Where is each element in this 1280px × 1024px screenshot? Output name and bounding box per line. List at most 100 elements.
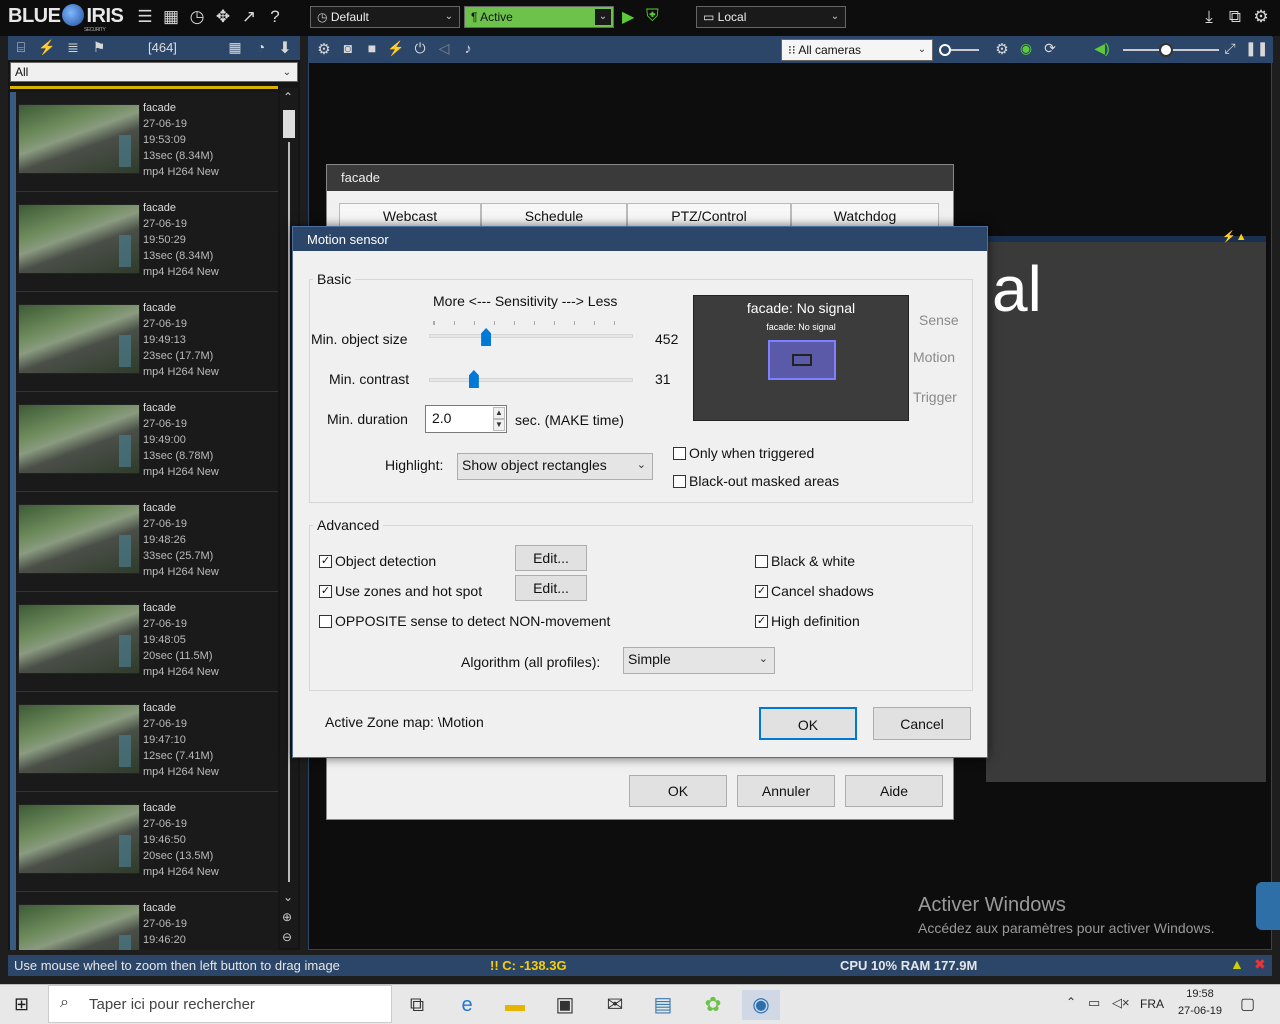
tab-ptz-control[interactable]: PTZ/Control xyxy=(627,203,791,227)
gear-icon[interactable]: ⚙ xyxy=(313,40,335,58)
use-zones-checkbox[interactable]: ✓ xyxy=(319,585,332,598)
duration-down-icon[interactable]: ▼ xyxy=(493,419,505,431)
camera-group-select[interactable]: ⁝⁝ All cameras ⌄ xyxy=(781,39,933,61)
camera-ok-button[interactable]: OK xyxy=(629,775,727,807)
blackout-checkbox[interactable] xyxy=(673,475,686,488)
clip-item[interactable]: facade 27-06-19 19:49:00 13sec (8.78M) mp4 H… xyxy=(10,392,278,492)
clip-item[interactable]: facade 27-06-19 19:50:29 13sec (8.34M) mp4 H… xyxy=(10,192,278,292)
zones-edit-button[interactable]: Edit... xyxy=(515,575,587,601)
windows-start-icon[interactable]: ⊞ xyxy=(14,994,29,1015)
volume-tray-icon[interactable]: ◁× xyxy=(1112,995,1130,1011)
move-icon[interactable]: ✥ xyxy=(212,7,234,27)
tray-chevron-icon[interactable]: ⌃ xyxy=(1066,995,1076,1009)
clip-date: 27-06-19 xyxy=(143,418,188,430)
clip-item[interactable]: facade 27-06-19 19:49:13 23sec (17.7M) mp4 H… xyxy=(10,292,278,392)
shield-icon[interactable]: ⛨ xyxy=(646,6,659,26)
task-view-icon[interactable]: ⧉ xyxy=(398,990,436,1020)
clock-time[interactable]: 19:58 xyxy=(1184,988,1216,1000)
down-arrow-icon[interactable]: ⬇ xyxy=(274,38,296,58)
zoom-out-icon[interactable]: ⊖ xyxy=(282,930,292,944)
store-icon[interactable]: ▣ xyxy=(546,990,584,1020)
volume-icon[interactable]: ◀) xyxy=(1091,40,1113,57)
scroll-thumb[interactable] xyxy=(283,110,295,138)
notifications-icon[interactable]: ▢ xyxy=(1240,994,1255,1014)
clip-item[interactable]: facade 27-06-19 19:48:26 33sec (25.7M) mp4 H… xyxy=(10,492,278,592)
camera-num-icon[interactable]: ◔ xyxy=(250,39,272,55)
tab-watchdog[interactable]: Watchdog xyxy=(791,203,939,227)
tab-webcast[interactable]: Webcast xyxy=(339,203,481,227)
viewer-settings-icon[interactable]: ⚙ xyxy=(991,40,1013,58)
min-contrast-slider[interactable] xyxy=(429,378,633,382)
camera-one-icon[interactable]: ◉ xyxy=(1015,40,1037,57)
clip-item[interactable]: facade 27-06-19 19:53:09 13sec (8.34M) mp4 H… xyxy=(10,92,278,192)
high-definition-checkbox[interactable]: ✓ xyxy=(755,615,768,628)
edge-icon[interactable]: e xyxy=(448,990,486,1020)
list-icon[interactable]: ☰ xyxy=(134,7,156,27)
highlight-select[interactable]: Show object rectangles ⌄ xyxy=(457,453,653,480)
camera-cancel-button[interactable]: Annuler xyxy=(737,775,835,807)
trigger-icon[interactable]: ⚡ xyxy=(385,40,407,57)
opposite-sense-checkbox[interactable] xyxy=(319,615,332,628)
download-icon[interactable]: ⤓ xyxy=(1198,7,1220,27)
flag-icon[interactable]: ⚑ xyxy=(88,39,110,56)
scroll-down-icon[interactable]: ⌄ xyxy=(283,890,293,904)
mail-icon[interactable]: ✉ xyxy=(596,990,634,1020)
schedule-select[interactable]: ¶ Active ⌄ xyxy=(464,6,614,28)
algorithm-select[interactable]: Simple ⌄ xyxy=(623,647,775,674)
camera-video[interactable]: ⚡▲ al xyxy=(986,231,1266,782)
opacity-slider-knob[interactable] xyxy=(939,44,951,56)
stack-icon[interactable]: ≣ xyxy=(62,39,84,56)
camera-help-button[interactable]: Aide xyxy=(845,775,943,807)
language-indicator[interactable]: FRA xyxy=(1140,997,1164,1011)
mute-icon[interactable]: ◁ xyxy=(433,40,455,57)
pause-icon[interactable]: ❚❚ xyxy=(1245,40,1268,57)
tab-schedule[interactable]: Schedule xyxy=(481,203,627,227)
clip-item[interactable]: facade 27-06-19 19:46:20 xyxy=(10,892,278,950)
clock-icon[interactable]: ◷ xyxy=(186,7,208,27)
clip-item[interactable]: facade 27-06-19 19:46:50 20sec (13.5M) mp4 H… xyxy=(10,792,278,892)
remote-tool-tab[interactable] xyxy=(1256,882,1280,930)
network-icon[interactable]: ▭ xyxy=(1088,995,1100,1011)
motion-ok-button[interactable]: OK xyxy=(759,707,857,740)
zoom-in-icon[interactable]: ⊕ xyxy=(282,910,292,924)
help-icon[interactable]: ? xyxy=(264,7,286,27)
clip-item[interactable]: facade 27-06-19 19:47:10 12sec (7.41M) mp4 H… xyxy=(10,692,278,792)
clip-filter-select[interactable]: All ⌄ xyxy=(10,62,298,82)
snapshot-icon[interactable]: ◙ xyxy=(337,40,359,56)
record-icon[interactable]: ■ xyxy=(361,40,383,56)
min-object-size-slider[interactable] xyxy=(429,334,633,338)
duration-up-icon[interactable]: ▲ xyxy=(493,407,505,419)
location-select[interactable]: ▭ Local ⌄ xyxy=(696,6,846,28)
app-icon[interactable]: ▤ xyxy=(644,990,682,1020)
chart-icon[interactable]: ↗ xyxy=(238,7,260,27)
mic-icon[interactable]: ♪ xyxy=(457,40,479,56)
object-detection-edit-button[interactable]: Edit... xyxy=(515,545,587,571)
lightning-icon[interactable]: ⚡ xyxy=(36,39,58,56)
error-icon[interactable]: ✖ xyxy=(1254,956,1266,973)
scroll-up-icon[interactable]: ⌃ xyxy=(283,90,293,104)
clock-date[interactable]: 27-06-19 xyxy=(1174,1005,1226,1017)
clip-camera: facade xyxy=(143,802,177,814)
black-white-checkbox[interactable] xyxy=(755,555,768,568)
settings-icon[interactable]: ⚙ xyxy=(1250,7,1272,27)
fullscreen-icon[interactable]: ⤢ xyxy=(1219,40,1241,57)
only-triggered-checkbox[interactable] xyxy=(673,447,686,460)
file-explorer-icon[interactable]: ▬ xyxy=(496,990,534,1020)
utility-icon[interactable]: ✿ xyxy=(694,990,732,1020)
profile-select[interactable]: ◷ Default ⌄ xyxy=(310,6,460,28)
warning-icon[interactable]: ▲ xyxy=(1230,956,1244,972)
book-icon[interactable]: ⌸ xyxy=(10,39,32,56)
motion-cancel-button[interactable]: Cancel xyxy=(873,707,971,740)
clip-item[interactable]: facade 27-06-19 19:48:05 20sec (11.5M) mp4 H… xyxy=(10,592,278,692)
play-icon[interactable]: ▶ xyxy=(622,7,634,27)
film-icon[interactable]: ▦ xyxy=(160,7,182,27)
volume-slider-knob[interactable] xyxy=(1159,43,1173,57)
power-icon[interactable]: ⏻ xyxy=(409,40,431,57)
taskbar-search-box[interactable]: Taper ici pour rechercher xyxy=(48,985,392,1023)
calendar-icon[interactable]: ▦ xyxy=(224,39,246,56)
cancel-shadows-checkbox[interactable]: ✓ xyxy=(755,585,768,598)
blue-iris-taskbar-icon[interactable]: ◉ xyxy=(742,990,780,1020)
windows-icon[interactable]: ⧉ xyxy=(1224,7,1246,27)
refresh-icon[interactable]: ⟳ xyxy=(1039,40,1061,57)
object-detection-checkbox[interactable]: ✓ xyxy=(319,555,332,568)
